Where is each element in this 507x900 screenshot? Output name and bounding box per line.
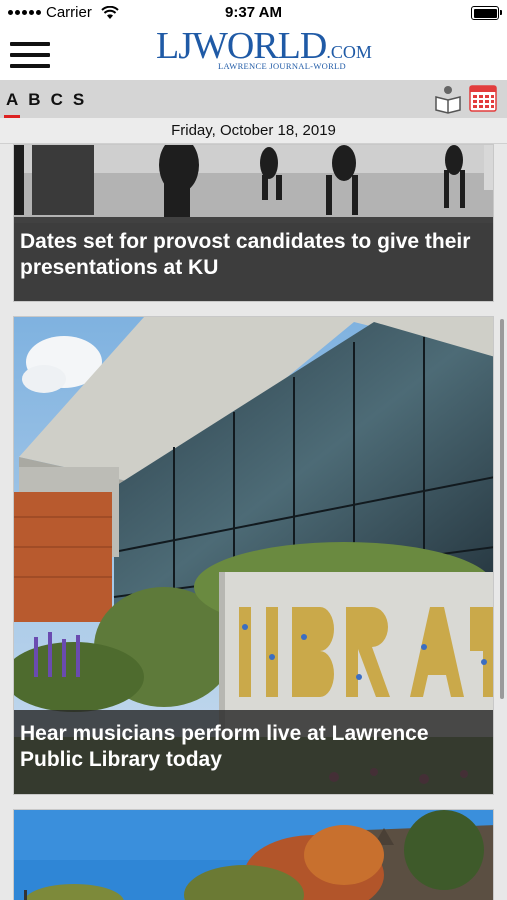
reader-icon[interactable] bbox=[433, 84, 463, 114]
status-time: 9:37 AM bbox=[225, 4, 282, 21]
article-card[interactable]: Hear musicians perform live at Lawrence … bbox=[13, 316, 494, 795]
article-photo bbox=[14, 810, 493, 900]
battery-icon bbox=[471, 6, 502, 20]
ljworld-logo[interactable]: LJWORLD.COM LAWRENCE JOURNAL-WORLD bbox=[156, 26, 372, 78]
article-card[interactable]: Dates set for provost candidates to give… bbox=[13, 144, 494, 302]
section-tabbar: A B C S bbox=[0, 80, 507, 118]
tab-c[interactable]: C bbox=[51, 90, 63, 115]
tab-s[interactable]: S bbox=[73, 90, 84, 115]
article-headline[interactable]: Hear musicians perform live at Lawrence … bbox=[14, 710, 493, 794]
tab-b[interactable]: B bbox=[28, 90, 40, 115]
section-tabs: A B C S bbox=[3, 90, 84, 118]
date-bar: Friday, October 18, 2019 bbox=[0, 118, 507, 144]
tab-a[interactable]: A bbox=[3, 90, 21, 118]
article-card[interactable] bbox=[13, 809, 494, 900]
calendar-icon[interactable] bbox=[469, 84, 497, 112]
article-headline[interactable]: Dates set for provost candidates to give… bbox=[14, 217, 493, 301]
status-bar: Carrier 9:37 AM bbox=[0, 0, 507, 26]
app-header: LJWORLD.COM LAWRENCE JOURNAL-WORLD bbox=[0, 26, 507, 80]
scrollbar[interactable] bbox=[500, 319, 504, 699]
logo-tagline: LAWRENCE JOURNAL-WORLD bbox=[218, 61, 346, 71]
hamburger-menu-icon[interactable] bbox=[10, 42, 50, 68]
article-feed[interactable]: Dates set for provost candidates to give… bbox=[0, 144, 507, 900]
